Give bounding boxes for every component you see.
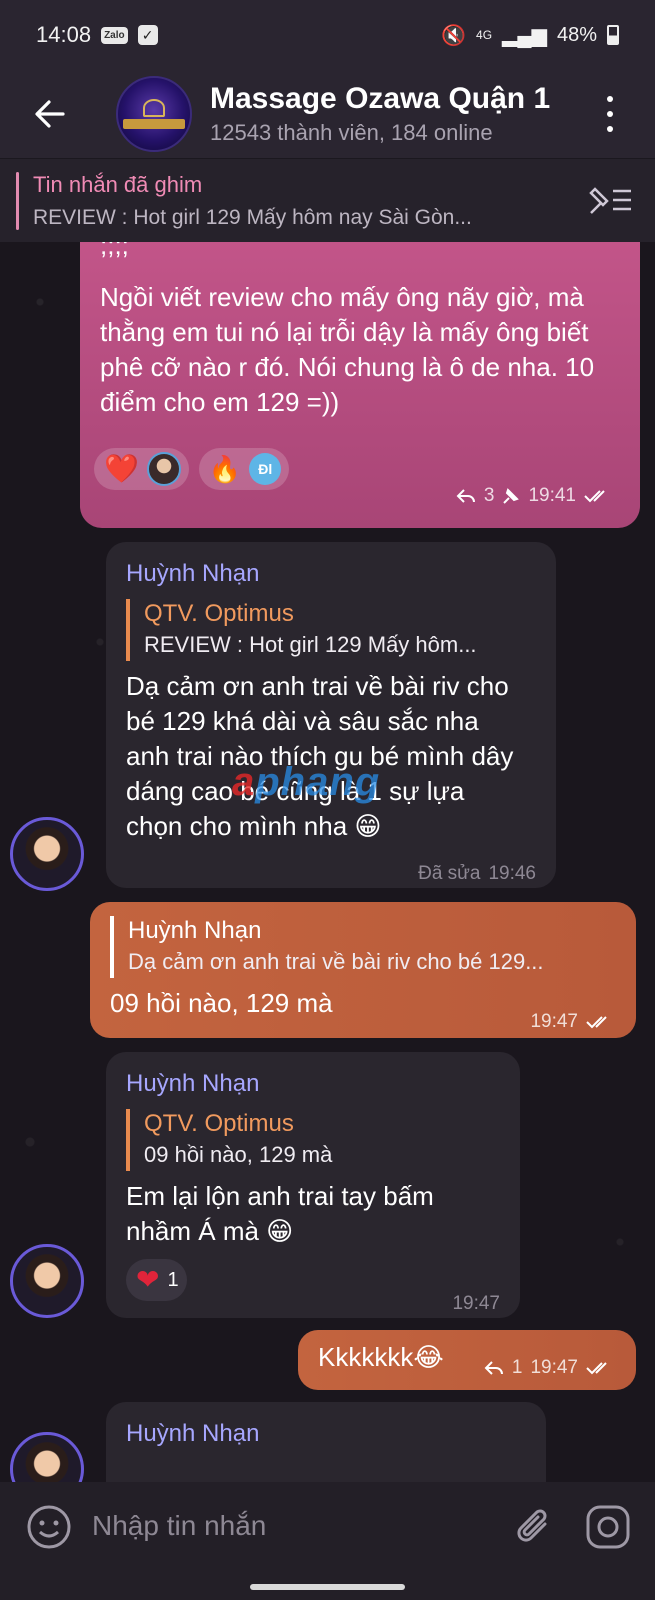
sender-name[interactable]: Huỳnh Nhạn (126, 1066, 500, 1101)
home-indicator[interactable] (250, 1584, 405, 1590)
pinned-indicator (16, 171, 19, 230)
heart-icon: ❤ (136, 1264, 160, 1295)
sender-name[interactable]: Huỳnh Nhạn (126, 556, 536, 591)
pinned-preview: REVIEW : Hot girl 129 Mấy hôm nay Sài Gò… (33, 205, 472, 229)
message-meta: 19:47 (452, 1286, 500, 1321)
message-text: Em lại lộn anh trai tay bấm nhầm Á mà 😁 (126, 1181, 434, 1246)
status-time: 14:08 (36, 22, 92, 47)
double-check-icon (584, 489, 605, 502)
zalo-notification-icon: Zalo (101, 26, 128, 44)
pinned-message-bar[interactable]: Tin nhắn đã ghim REVIEW : Hot girl 129 M… (0, 158, 655, 242)
back-button[interactable] (20, 84, 80, 144)
attach-button[interactable] (515, 1504, 555, 1555)
avatar[interactable] (10, 1244, 84, 1318)
reply-preview: 09 hồi nào, 129 mà (144, 1142, 333, 1167)
chat-area[interactable]: ;;;; Ngồi viết review cho mấy ông nãy gi… (0, 242, 655, 1482)
status-right: 🔇 4G ▂▄▆ 48% (441, 23, 619, 48)
message-input-bar: Nhập tin nhắn (0, 1482, 655, 1600)
reactor-initials: Đl (249, 453, 282, 485)
chat-info[interactable]: Massage Ozawa Quận 1 12543 thành viên, 1… (210, 82, 550, 146)
chat-header: Massage Ozawa Quận 1 12543 thành viên, 1… (0, 70, 655, 158)
message-bubble-incoming[interactable]: Huỳnh Nhạn QTV. Optimus 09 hồi nào, 129 … (106, 1052, 520, 1318)
avatar[interactable] (10, 1432, 84, 1482)
message-text: Ngồi viết review cho mấy ông nãy giờ, mà… (100, 282, 595, 417)
reaction-heart[interactable]: ❤ 1 (126, 1259, 187, 1301)
message-time: 19:46 (488, 863, 536, 884)
message-time: 19:47 (452, 1293, 500, 1314)
more-vert-dot (607, 110, 613, 117)
mute-icon: 🔇 (441, 24, 467, 47)
avatar[interactable] (10, 817, 84, 891)
reactions-row: ❤️ 🔥 Đl (94, 448, 290, 490)
pin-list-button[interactable] (587, 183, 633, 222)
sender-name[interactable]: Huỳnh Nhạn (126, 1416, 526, 1451)
message-meta: 19:47 (530, 1004, 614, 1039)
message-meta: 1 19:47 (484, 1350, 614, 1385)
battery-percent: 48% (556, 23, 597, 46)
logo-band (123, 119, 185, 129)
reply-author: Huỳnh Nhạn (128, 917, 262, 944)
double-check-icon (586, 1015, 607, 1028)
network-label: 4G (476, 28, 493, 42)
reaction-heart[interactable]: ❤️ (94, 448, 189, 490)
heart-icon: ❤️ (104, 453, 139, 484)
watermark-part: phang (255, 760, 381, 804)
checkbox-notification-icon: ✓ (137, 25, 158, 45)
reply-preview: Dạ cảm ơn anh trai về bài riv cho bé 129… (128, 949, 544, 974)
double-check-icon (586, 1361, 607, 1374)
battery-icon (607, 25, 619, 45)
message-bubble-outgoing[interactable]: Kkkkkkk😂 1 19:47 (298, 1330, 636, 1390)
pinned-title: Tin nhắn đã ghim (33, 171, 203, 197)
message-input[interactable]: Nhập tin nhắn (92, 1510, 266, 1542)
reactor-avatar (146, 452, 181, 486)
watermark-part: a (232, 760, 256, 804)
more-vert-dot (607, 125, 613, 132)
group-avatar[interactable] (116, 76, 192, 152)
member-count: 12543 thành viên, 184 online (210, 120, 493, 145)
pinned-content: Tin nhắn đã ghim REVIEW : Hot girl 129 M… (33, 172, 553, 230)
fire-icon: 🔥 (208, 453, 242, 484)
lotus-logo-icon (143, 99, 165, 117)
message-meta: Đã sửa 19:46 (418, 856, 536, 891)
signal-icon: ▂▄▆ (502, 24, 547, 47)
emoji-button[interactable] (26, 1504, 72, 1555)
message-bubble-outgoing[interactable]: Huỳnh Nhạn Dạ cảm ơn anh trai về bài riv… (90, 902, 636, 1038)
back-arrow-icon (35, 100, 65, 128)
reply-count: 1 (511, 1357, 523, 1378)
reply-quote[interactable]: QTV. Optimus 09 hồi nào, 129 mà (126, 1109, 500, 1171)
reply-count: 3 (483, 485, 495, 506)
reply-author: QTV. Optimus (144, 600, 294, 627)
message-time: 19:41 (528, 485, 576, 506)
camera-button[interactable] (585, 1504, 631, 1555)
reply-preview: REVIEW : Hot girl 129 Mấy hôm... (144, 632, 477, 657)
pin-list-icon (589, 187, 631, 214)
emoji-icon (27, 1505, 71, 1549)
status-bar: 14:08 Zalo ✓ 🔇 4G ▂▄▆ 48% (0, 0, 655, 70)
message-bubble-incoming[interactable]: Huỳnh Nhạn (106, 1402, 546, 1482)
chat-title: Massage Ozawa Quận 1 (210, 82, 550, 115)
more-vert-icon (607, 96, 613, 103)
message-bubble-outgoing[interactable]: ;;;; Ngồi viết review cho mấy ông nãy gi… (80, 242, 640, 528)
message-meta: 3 19:41 (456, 478, 612, 513)
message-text-tail: ;;;; (100, 242, 129, 260)
message-text: Dạ cảm ơn anh trai về bài riv cho bé 129… (126, 671, 514, 841)
attach-icon (517, 1509, 547, 1542)
reply-author: QTV. Optimus (144, 1110, 294, 1137)
reply-quote[interactable]: Huỳnh Nhạn Dạ cảm ơn anh trai về bài riv… (110, 916, 616, 978)
watermark-logo: aphang (232, 760, 380, 805)
reply-arrow-icon (484, 1360, 503, 1375)
pin-icon (503, 487, 520, 504)
reply-arrow-icon (456, 488, 475, 503)
message-time: 19:47 (530, 1357, 578, 1378)
message-bubble-incoming[interactable]: Huỳnh Nhạn QTV. Optimus REVIEW : Hot gir… (106, 542, 556, 888)
camera-icon (586, 1505, 630, 1549)
edited-label: Đã sửa (418, 863, 481, 884)
message-time: 19:47 (530, 1011, 578, 1032)
reaction-fire[interactable]: 🔥 Đl (198, 448, 290, 490)
reaction-count: 1 (167, 1268, 179, 1291)
reply-quote[interactable]: QTV. Optimus REVIEW : Hot girl 129 Mấy h… (126, 599, 536, 661)
status-left: 14:08 Zalo ✓ (36, 22, 158, 48)
more-options-button[interactable] (595, 92, 625, 136)
